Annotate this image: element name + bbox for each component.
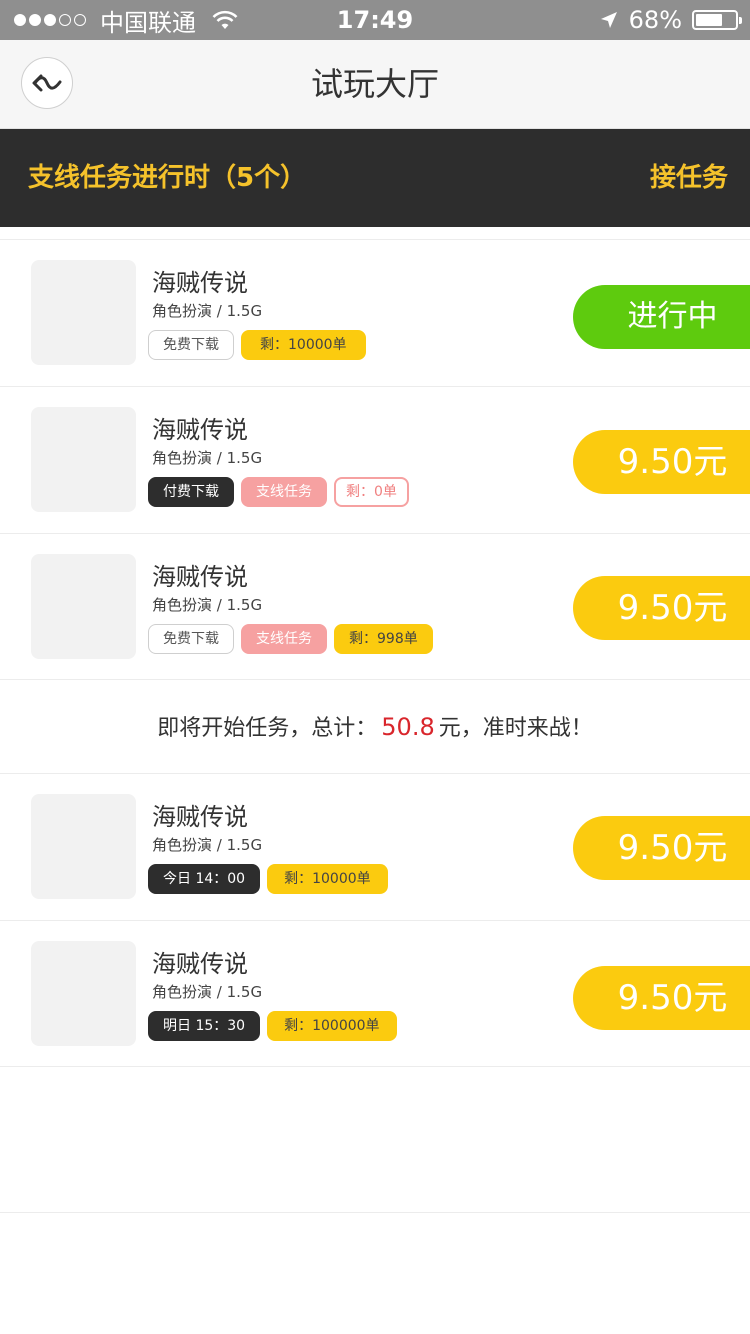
in-progress-button[interactable]: 进行中: [573, 285, 750, 349]
signal-strength-icon: [14, 14, 86, 26]
side-task-tag: 支线任务: [241, 624, 327, 654]
game-title: 海贼传说: [152, 950, 248, 978]
start-time-tag: 今日 14：00: [148, 864, 261, 894]
tag-group: 免费下载 剩：10000单: [148, 330, 366, 360]
paid-download-tag: 付费下载: [148, 477, 234, 507]
remaining-tag: 剩：0单: [334, 477, 409, 507]
page-title: 试玩大厅: [310, 65, 439, 103]
game-thumbnail: [31, 407, 136, 512]
notice-amount: 50.8: [381, 713, 435, 741]
status-left: 中国联通: [14, 0, 238, 40]
battery-icon: [692, 10, 742, 30]
back-arrow-icon: [32, 74, 62, 92]
list-divider: [0, 1066, 750, 1067]
game-thumbnail: [31, 794, 136, 899]
banner-title: 支线任务进行时（5个）: [28, 163, 307, 193]
price-button[interactable]: 9.50元: [573, 816, 750, 880]
bottom-divider: [0, 1212, 750, 1213]
list-item[interactable]: 海贼传说 角色扮演 / 1.5G 今日 14：00 剩：10000单 9.50元: [0, 773, 750, 920]
tag-group: 今日 14：00 剩：10000单: [148, 864, 388, 894]
back-button[interactable]: [21, 57, 73, 109]
game-thumbnail: [31, 554, 136, 659]
price-button[interactable]: 9.50元: [573, 576, 750, 640]
accept-task-button[interactable]: 接任务: [650, 129, 728, 227]
tag-group: 免费下载 支线任务 剩：998单: [148, 624, 433, 654]
list-item[interactable]: 海贼传说 角色扮演 / 1.5G 明日 15：30 剩：100000单 9.50…: [0, 920, 750, 1067]
game-thumbnail: [31, 260, 136, 365]
nav-bar: 试玩大厅: [0, 40, 750, 129]
start-time-tag: 明日 15：30: [148, 1011, 261, 1041]
remaining-tag: 剩：10000单: [267, 864, 388, 894]
list-item[interactable]: 海贼传说 角色扮演 / 1.5G 免费下载 剩：10000单 进行中: [0, 239, 750, 386]
tag-group: 付费下载 支线任务 剩：0单: [148, 477, 409, 507]
status-bar: 中国联通 17:49 68%: [0, 0, 750, 40]
game-title: 海贼传说: [152, 803, 248, 831]
game-title: 海贼传说: [152, 269, 248, 297]
side-task-tag: 支线任务: [241, 477, 327, 507]
game-title: 海贼传说: [152, 563, 248, 591]
game-meta: 角色扮演 / 1.5G: [152, 596, 263, 614]
list-item[interactable]: 海贼传说 角色扮演 / 1.5G 付费下载 支线任务 剩：0单 9.50元: [0, 386, 750, 533]
game-meta: 角色扮演 / 1.5G: [152, 983, 263, 1001]
remaining-tag: 剩：998单: [334, 624, 433, 654]
remaining-tag: 剩：100000单: [267, 1011, 397, 1041]
battery-level: [696, 14, 722, 26]
location-arrow-icon: [600, 12, 617, 28]
notice-suffix: 元，准时来战！: [438, 716, 593, 741]
free-download-tag: 免费下载: [148, 330, 234, 360]
remaining-tag: 剩：10000单: [241, 330, 366, 360]
carrier-name: 中国联通: [100, 8, 196, 37]
game-meta: 角色扮演 / 1.5G: [152, 302, 263, 320]
game-thumbnail: [31, 941, 136, 1046]
status-right: 68%: [599, 0, 742, 40]
price-button[interactable]: 9.50元: [573, 966, 750, 1030]
list-item[interactable]: 海贼传说 角色扮演 / 1.5G 免费下载 支线任务 剩：998单 9.50元: [0, 533, 750, 680]
game-meta: 角色扮演 / 1.5G: [152, 836, 263, 854]
game-title: 海贼传说: [152, 416, 248, 444]
game-meta: 角色扮演 / 1.5G: [152, 449, 263, 467]
free-download-tag: 免费下载: [148, 624, 234, 654]
upcoming-tasks-notice: 即将开始任务，总计： 50.8 元，准时来战！: [0, 679, 750, 774]
task-banner: 支线任务进行时（5个） 接任务: [0, 129, 750, 227]
tag-group: 明日 15：30 剩：100000单: [148, 1011, 397, 1041]
wifi-icon: [212, 10, 238, 29]
notice-prefix: 即将开始任务，总计：: [157, 716, 378, 741]
price-button[interactable]: 9.50元: [573, 430, 750, 494]
battery-percent: 68%: [628, 6, 682, 34]
